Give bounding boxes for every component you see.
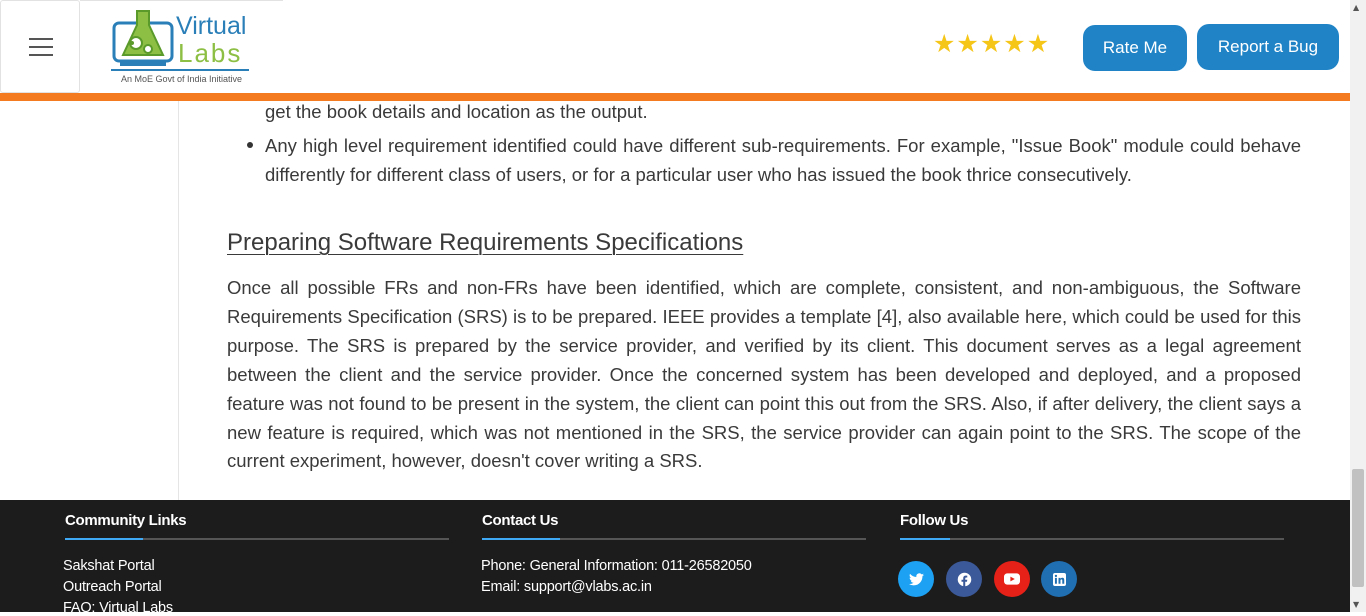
youtube-icon[interactable] <box>994 561 1030 597</box>
sidebar-divider <box>178 101 179 500</box>
faq-link[interactable]: FAQ: Virtual Labs <box>63 600 173 616</box>
rating-stars[interactable]: ★ ★ ★ ★ ★ <box>933 31 1049 56</box>
follow-us-title: Follow Us <box>900 512 969 529</box>
star-icon[interactable]: ★ <box>956 31 978 56</box>
virtual-labs-logo[interactable]: Virtual Labs An MoE Govt of India Initia… <box>80 0 283 93</box>
star-icon[interactable]: ★ <box>1003 31 1025 56</box>
site-header: Virtual Labs An MoE Govt of India Initia… <box>0 0 1350 101</box>
scroll-down-icon[interactable]: ▼ <box>1353 600 1359 609</box>
continued-text-line: get the book details and location as the… <box>265 101 648 122</box>
report-bug-button[interactable]: Report a Bug <box>1197 24 1339 70</box>
hamburger-menu-button[interactable] <box>0 0 80 93</box>
follow-divider <box>900 538 1284 540</box>
list-item: Any high level requirement identified co… <box>265 135 1301 185</box>
logo-text-labs: Labs <box>178 38 243 68</box>
linkedin-icon[interactable] <box>1041 561 1077 597</box>
star-icon[interactable]: ★ <box>1027 31 1049 56</box>
srs-paragraph: Once all possible FRs and non-FRs have b… <box>227 277 1301 472</box>
logo-underline <box>111 69 249 71</box>
section-heading: Preparing Software Requirements Specific… <box>227 229 744 256</box>
star-icon[interactable]: ★ <box>933 31 955 56</box>
community-links-title: Community Links <box>65 512 187 529</box>
outreach-portal-link[interactable]: Outreach Portal <box>63 579 162 595</box>
contact-us-title: Contact Us <box>482 512 559 529</box>
header-accent-rule <box>0 93 1350 101</box>
scroll-up-icon[interactable]: ▲ <box>1353 3 1359 12</box>
menu-icon <box>29 38 53 40</box>
star-icon[interactable]: ★ <box>980 31 1002 56</box>
scroll-thumb[interactable] <box>1352 469 1364 587</box>
menu-icon-bar <box>29 54 53 56</box>
facebook-icon[interactable] <box>946 561 982 597</box>
rate-me-button[interactable]: Rate Me <box>1083 25 1187 71</box>
contact-divider <box>482 538 866 540</box>
bullet-dot <box>247 142 253 148</box>
site-footer: Community Links Sakshat Portal Outreach … <box>0 500 1350 616</box>
logo-tagline: An MoE Govt of India Initiative <box>121 74 243 84</box>
logo-text-virtual: Virtual <box>176 12 247 40</box>
contact-phone: Phone: General Information: 011-26582050 <box>481 558 752 574</box>
contact-email[interactable]: Email: support@vlabs.ac.in <box>481 579 652 595</box>
menu-icon-bar <box>29 46 53 48</box>
community-divider <box>65 538 449 540</box>
sakshat-portal-link[interactable]: Sakshat Portal <box>63 558 155 574</box>
twitter-icon[interactable] <box>898 561 934 597</box>
flask-monitor-icon <box>112 10 174 66</box>
